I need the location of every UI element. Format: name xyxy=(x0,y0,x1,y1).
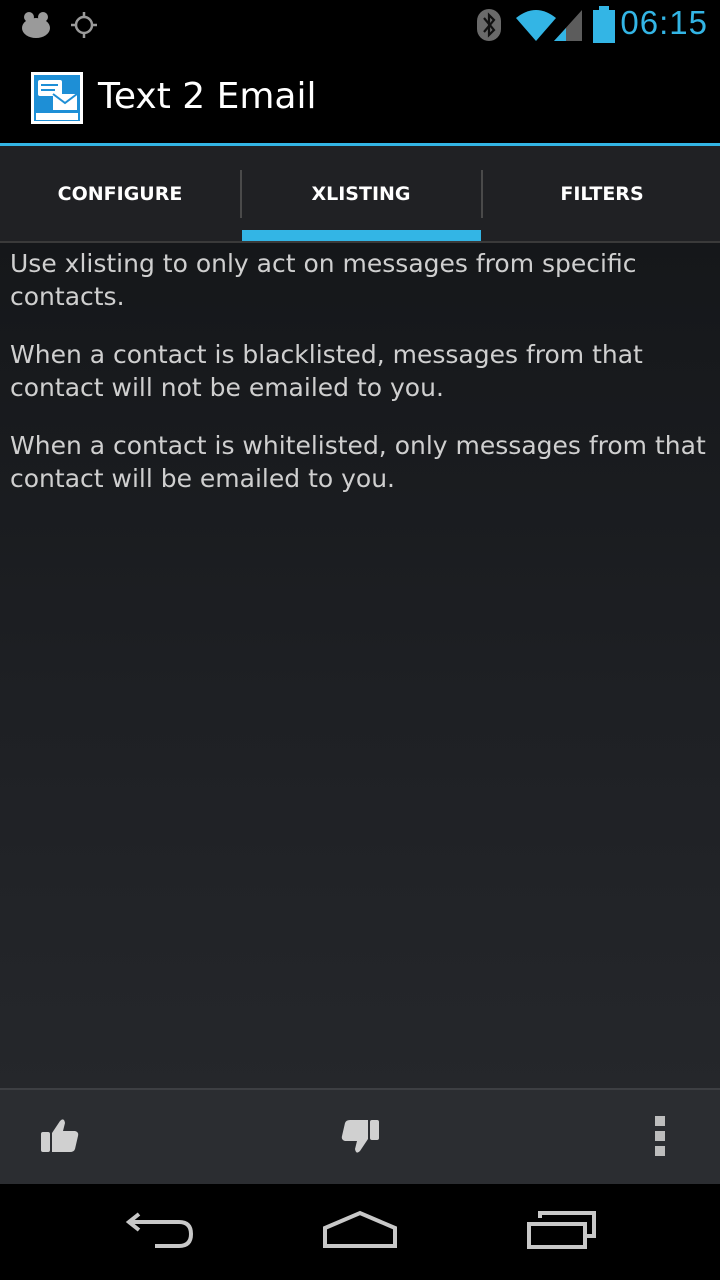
whitelist-description: When a contact is whitelisted, only mess… xyxy=(10,431,706,493)
battery-icon xyxy=(592,6,616,48)
blacklist-button[interactable] xyxy=(300,1090,420,1185)
home-icon xyxy=(323,1210,397,1254)
action-bar: Text 2 Email xyxy=(0,50,720,146)
thumbs-down-icon xyxy=(340,1117,380,1159)
system-nav-bar xyxy=(0,1184,720,1280)
tab-configure-label: CONFIGURE xyxy=(57,182,183,205)
status-bar: 06:15 xyxy=(0,0,720,50)
tab-filters-label: FILTERS xyxy=(560,182,644,205)
notification-blob-icon xyxy=(20,9,52,43)
cell-signal-icon xyxy=(552,8,584,46)
thumbs-up-icon xyxy=(40,1117,80,1159)
text2email-logo-icon[interactable] xyxy=(31,72,83,124)
back-button[interactable] xyxy=(100,1202,220,1262)
whitelist-button[interactable] xyxy=(0,1090,120,1185)
overflow-menu-button[interactable] xyxy=(600,1090,720,1185)
tab-bar: CONFIGURE XLISTING FILTERS xyxy=(0,146,720,243)
home-button[interactable] xyxy=(300,1202,420,1262)
split-action-bar xyxy=(0,1088,720,1185)
tab-xlisting[interactable]: XLISTING xyxy=(241,146,481,241)
blacklist-description: When a contact is blacklisted, messages … xyxy=(10,340,643,402)
tab-configure[interactable]: CONFIGURE xyxy=(0,146,240,241)
bluetooth-icon xyxy=(476,8,502,46)
content-area: Use xlisting to only act on messages fro… xyxy=(0,243,720,1088)
recent-apps-button[interactable] xyxy=(502,1202,622,1262)
overflow-menu-icon xyxy=(654,1115,666,1161)
tab-filters[interactable]: FILTERS xyxy=(482,146,720,241)
selected-tab-indicator xyxy=(242,230,481,241)
gps-icon xyxy=(70,11,98,43)
app-title: Text 2 Email xyxy=(98,76,317,117)
status-time: 06:15 xyxy=(620,4,708,41)
back-icon xyxy=(125,1210,195,1254)
recent-apps-icon xyxy=(526,1210,598,1254)
tab-xlisting-label: XLISTING xyxy=(311,182,411,205)
xlisting-description: Use xlisting to only act on messages fro… xyxy=(10,249,637,311)
